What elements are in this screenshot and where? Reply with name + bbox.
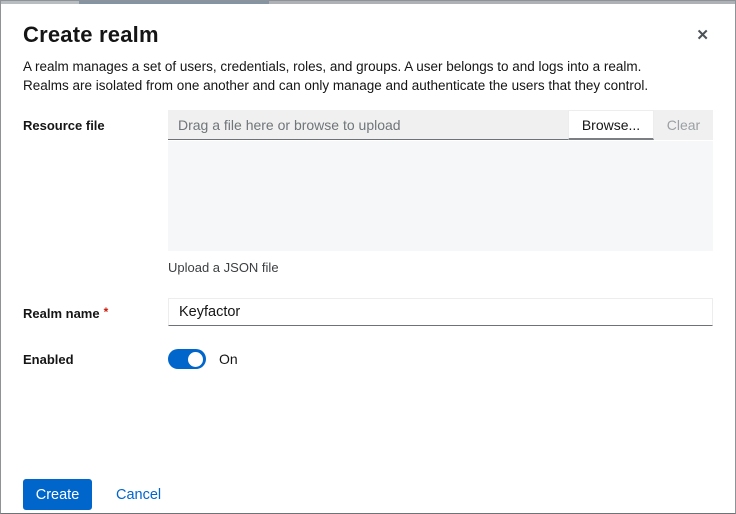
realm-name-label: Realm name * [23,298,168,326]
clear-button[interactable]: Clear [654,110,713,140]
resource-file-row: Resource file Browse... Clear Upload a J… [23,110,713,275]
cancel-button[interactable]: Cancel [116,487,161,503]
page-title: Create realm [23,22,159,47]
create-realm-form: Resource file Browse... Clear Upload a J… [23,110,713,369]
create-realm-dialog: Create realm ✕ A realm manages a set of … [0,0,736,514]
realm-name-label-text: Realm name [23,306,100,321]
resource-file-field: Browse... Clear Upload a JSON file [168,110,713,275]
dialog-description: A realm manages a set of users, credenti… [23,57,713,95]
resource-file-label: Resource file [23,118,105,133]
file-helper-text: Upload a JSON file [168,260,279,275]
description-line-2: Realms are isolated from one another and… [23,78,649,93]
required-indicator: * [103,305,109,319]
enabled-row: Enabled On [23,349,713,369]
close-icon: ✕ [696,27,709,44]
dialog-footer: Create Cancel [23,479,161,510]
realm-name-field [168,298,713,326]
realm-name-row: Realm name * [23,298,713,326]
dialog-header: Create realm ✕ [23,22,713,48]
file-name-input[interactable] [168,110,568,140]
close-button[interactable]: ✕ [694,26,711,45]
enabled-label: Enabled [23,352,74,367]
enabled-toggle[interactable] [168,349,206,369]
file-dropzone[interactable] [168,141,713,251]
file-upload-bar: Browse... Clear [168,110,713,140]
realm-name-input[interactable] [168,298,713,326]
description-line-1: A realm manages a set of users, credenti… [23,59,642,74]
browse-button[interactable]: Browse... [568,110,654,140]
enabled-state-label: On [219,351,238,367]
enabled-field: On [168,349,713,369]
create-button[interactable]: Create [23,479,92,510]
window-top-edge [1,1,735,4]
toggle-knob-icon [188,351,203,367]
